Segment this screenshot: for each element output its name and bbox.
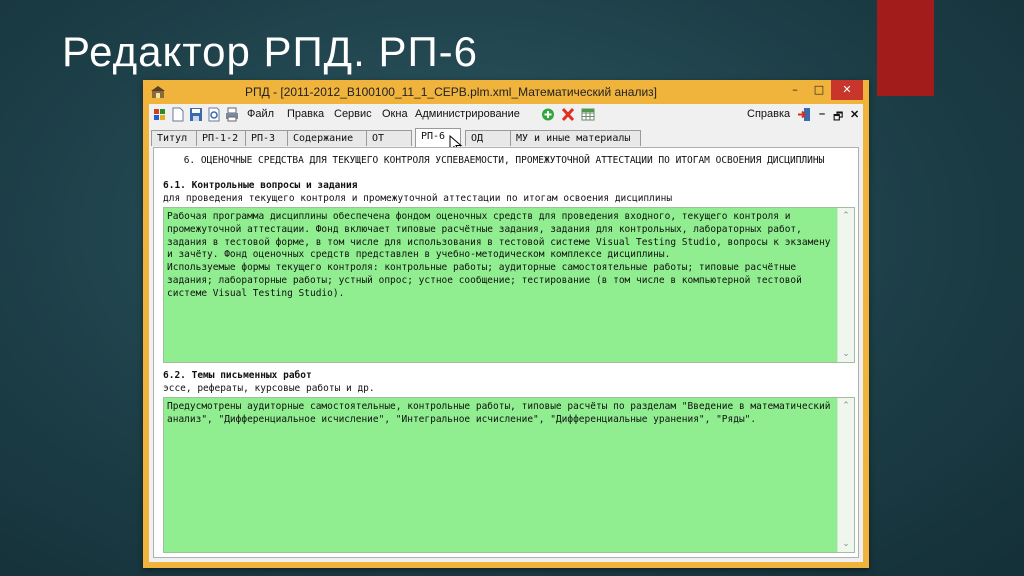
scroll-up-icon[interactable]: ⌃ <box>838 209 854 223</box>
scroll-up-icon[interactable]: ⌃ <box>838 399 854 413</box>
menu-windows[interactable]: Окна <box>382 108 408 120</box>
subsection-2-subtitle: эссе, рефераты, курсовые работы и др. <box>163 383 375 394</box>
control-questions-field[interactable]: Рабочая программа дисциплины обеспечена … <box>163 207 855 363</box>
exit-icon[interactable] <box>797 107 811 122</box>
window-title: РПД - [2011-2012_B100100_11_1_СЕРВ.plm.x… <box>244 85 657 99</box>
menu-service[interactable]: Сервис <box>334 108 372 120</box>
client-area: Файл Правка Сервис Окна Администрировани… <box>149 104 863 562</box>
subsection-1-title: 6.1. Контрольные вопросы и задания <box>163 180 358 191</box>
scroll-down-icon[interactable]: ⌄ <box>838 347 854 361</box>
subsection-1-subtitle: для проведения текущего контроля и проме… <box>163 193 673 204</box>
menu-admin[interactable]: Администрирование <box>415 108 520 120</box>
tab-content[interactable]: Содержание <box>287 130 367 146</box>
tab-od[interactable]: ОД <box>465 130 511 146</box>
app-icon <box>151 86 165 98</box>
subsection-2-title: 6.2. Темы письменных работ <box>163 370 312 381</box>
delete-icon[interactable] <box>561 107 575 122</box>
menu-bar: Файл Правка Сервис Окна Администрировани… <box>149 104 863 126</box>
content-panel: 6. ОЦЕНОЧНЫЕ СРЕДСТВА ДЛЯ ТЕКУЩЕГО КОНТР… <box>153 147 859 558</box>
menu-help[interactable]: Справка <box>747 108 790 120</box>
table-icon[interactable] <box>581 107 595 122</box>
scrollbar[interactable]: ⌃ ⌄ <box>837 398 854 552</box>
close-button[interactable]: ✕ <box>831 80 863 100</box>
tab-mu-materials[interactable]: МУ и иные материалы <box>510 130 641 146</box>
tab-title[interactable]: Титул <box>151 130 197 146</box>
scrollbar[interactable]: ⌃ ⌄ <box>837 208 854 362</box>
add-icon[interactable] <box>541 107 555 122</box>
tab-strip: Титул РП-1-2 РП-3 Содержание ОТ РП-6 ОД … <box>149 128 863 153</box>
maximize-button[interactable]: □ <box>805 80 833 100</box>
control-questions-text: Рабочая программа дисциплины обеспечена … <box>167 211 831 299</box>
app-window: РПД - [2011-2012_B100100_11_1_СЕРВ.plm.x… <box>143 80 869 568</box>
tab-rp-1-2[interactable]: РП-1-2 <box>196 130 246 146</box>
title-bar[interactable]: РПД - [2011-2012_B100100_11_1_СЕРВ.plm.x… <box>143 80 869 104</box>
scroll-down-icon[interactable]: ⌄ <box>838 537 854 551</box>
app-menu-icon[interactable] <box>153 107 167 122</box>
written-works-field[interactable]: Предусмотрены аудиторные самостоятельные… <box>163 397 855 553</box>
mdi-minimize-button[interactable]: – <box>819 108 825 120</box>
slide-title: Редактор РПД. РП-6 <box>62 28 478 75</box>
new-file-icon[interactable] <box>171 107 185 122</box>
preview-icon[interactable] <box>207 107 221 122</box>
menu-edit[interactable]: Правка <box>287 108 324 120</box>
print-icon[interactable] <box>225 107 239 122</box>
written-works-text: Предусмотрены аудиторные самостоятельные… <box>167 401 831 425</box>
section-heading: 6. ОЦЕНОЧНЫЕ СРЕДСТВА ДЛЯ ТЕКУЩЕГО КОНТР… <box>183 155 825 166</box>
tab-rp-3[interactable]: РП-3 <box>245 130 288 146</box>
save-icon[interactable] <box>189 107 203 122</box>
mdi-close-button[interactable]: ✕ <box>850 108 859 121</box>
mdi-restore-button[interactable]: 🗗 <box>833 108 843 127</box>
tab-ot[interactable]: ОТ <box>366 130 412 146</box>
accent-bar <box>877 0 934 96</box>
menu-file[interactable]: Файл <box>247 108 274 120</box>
